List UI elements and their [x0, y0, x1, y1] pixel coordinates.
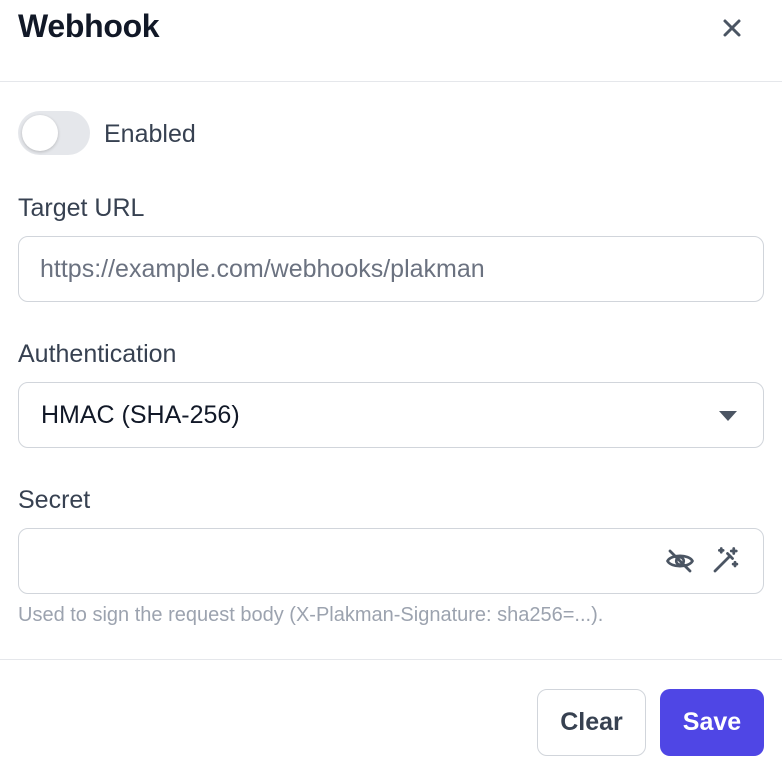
target-url-input[interactable]	[19, 237, 763, 301]
save-button[interactable]: Save	[660, 689, 764, 756]
target-url-field	[18, 236, 764, 302]
dialog-header: Webhook	[0, 0, 782, 82]
generate-secret-button[interactable]	[709, 545, 741, 577]
authentication-select[interactable]: HMAC (SHA-256)	[18, 382, 764, 448]
secret-help-text: Used to sign the request body (X-Plakman…	[18, 604, 604, 626]
footer-divider	[0, 659, 782, 660]
toggle-visibility-button[interactable]	[664, 545, 696, 577]
secret-field	[18, 528, 764, 594]
enabled-toggle[interactable]	[18, 111, 90, 155]
close-button[interactable]	[714, 10, 750, 46]
secret-label: Secret	[18, 486, 91, 514]
enabled-label: Enabled	[104, 120, 196, 148]
caret-down-icon	[719, 411, 737, 421]
magic-wand-icon	[713, 547, 739, 573]
close-icon	[723, 19, 741, 37]
target-url-label: Target URL	[18, 194, 145, 222]
authentication-selected: HMAC (SHA-256)	[41, 401, 240, 429]
webhook-dialog: Webhook Enabled Target URL Authenticatio…	[0, 0, 782, 762]
toggle-knob	[22, 115, 58, 151]
clear-button[interactable]: Clear	[537, 689, 646, 756]
secret-input[interactable]	[19, 529, 763, 593]
authentication-label: Authentication	[18, 340, 177, 368]
eye-off-icon	[666, 549, 694, 573]
dialog-title: Webhook	[18, 8, 160, 44]
